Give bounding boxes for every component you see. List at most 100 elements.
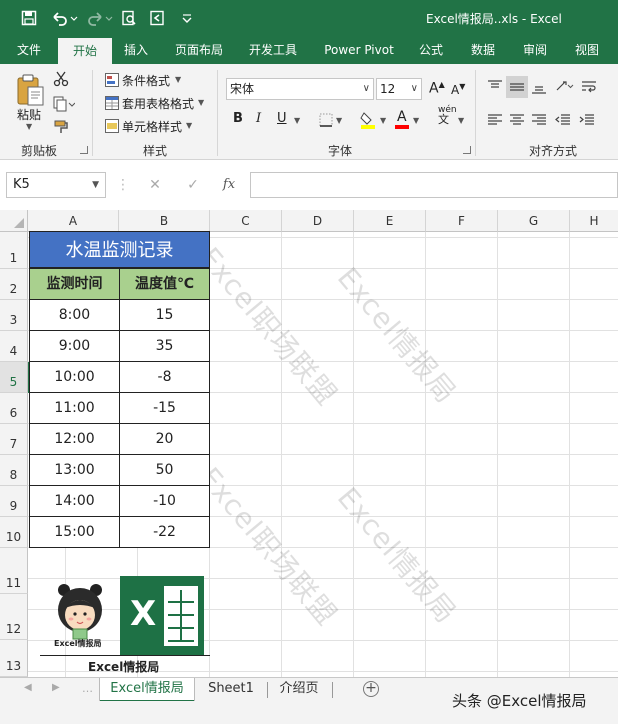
name-box[interactable]: K5 ▼ [6, 172, 106, 198]
row-header-13[interactable]: 13 [0, 640, 28, 677]
cut-icon[interactable] [52, 70, 70, 88]
cell-styles-caret-icon[interactable]: ▼ [186, 121, 192, 130]
wrap-text-icon[interactable] [580, 78, 598, 96]
font-size-select[interactable]: 12 ∨ [376, 78, 422, 100]
row-header-12[interactable]: 12 [0, 594, 28, 640]
align-middle-icon[interactable] [506, 76, 528, 98]
tab-file[interactable]: 文件 [6, 36, 52, 64]
touch-mode-icon[interactable] [146, 8, 168, 28]
redo-icon[interactable] [85, 8, 115, 28]
more-sheets-left-icon[interactable]: … [82, 682, 93, 695]
tab-review[interactable]: 审阅 [512, 36, 558, 64]
conditional-format-caret-icon[interactable]: ▼ [175, 75, 181, 84]
sheet-tab-excel[interactable]: Excel情报局 [100, 678, 194, 702]
undo-icon[interactable] [50, 8, 80, 28]
italic-button[interactable]: I [256, 111, 261, 126]
borders-icon[interactable] [318, 112, 334, 128]
font-launcher-icon[interactable] [463, 146, 471, 154]
column-header-h[interactable]: H [570, 210, 618, 232]
copy-icon[interactable] [52, 95, 76, 113]
font-color-button[interactable]: A [397, 109, 407, 125]
align-left-icon[interactable] [486, 111, 504, 129]
font-name-select[interactable]: 宋体 ∨ [226, 78, 374, 100]
enter-icon[interactable]: ✓ [182, 172, 204, 198]
column-header-a[interactable]: A [28, 210, 119, 232]
table-cell-value[interactable]: -15 [119, 392, 210, 424]
row-header-5[interactable]: 5 [0, 362, 28, 393]
bold-button[interactable]: B [233, 111, 243, 126]
save-icon[interactable] [18, 8, 40, 28]
row-header-8[interactable]: 8 [0, 455, 28, 486]
tab-power-pivot[interactable]: Power Pivot [316, 36, 402, 64]
select-all-button[interactable] [0, 210, 28, 232]
align-center-icon[interactable] [508, 111, 526, 129]
pinyin-guide-button[interactable]: wén 文 [438, 106, 457, 126]
paste-icon[interactable] [12, 72, 48, 108]
format-painter-icon[interactable] [52, 118, 70, 136]
table-cell-value[interactable]: 50 [119, 454, 210, 486]
header-cell-time[interactable]: 监测时间 [29, 268, 120, 300]
row-header-10[interactable]: 10 [0, 517, 28, 548]
font-color-caret-icon[interactable]: ▼ [413, 116, 419, 125]
table-cell-value[interactable]: 20 [119, 423, 210, 455]
row-header-6[interactable]: 6 [0, 393, 28, 424]
pinyin-caret-icon[interactable]: ▼ [458, 116, 464, 125]
column-header-g[interactable]: G [498, 210, 570, 232]
table-cell-time[interactable]: 9:00 [29, 330, 120, 362]
table-cell-time[interactable]: 13:00 [29, 454, 120, 486]
scroll-right-icon[interactable]: ▶ [52, 682, 60, 693]
column-header-f[interactable]: F [426, 210, 498, 232]
shrink-font-button[interactable]: A▼ [451, 82, 465, 97]
tab-developer[interactable]: 开发工具 [240, 36, 306, 64]
table-cell-time[interactable]: 12:00 [29, 423, 120, 455]
fill-color-icon[interactable] [358, 110, 378, 130]
paste-button[interactable]: 粘贴 [17, 106, 41, 123]
column-header-e[interactable]: E [354, 210, 426, 232]
tab-home[interactable]: 开始 [58, 38, 112, 64]
table-cell-time[interactable]: 10:00 [29, 361, 120, 393]
table-format-caret-icon[interactable]: ▼ [198, 98, 204, 107]
table-cell-value[interactable]: -8 [119, 361, 210, 393]
underline-caret-icon[interactable]: ▼ [294, 116, 300, 125]
table-cell-time[interactable]: 8:00 [29, 299, 120, 331]
table-cell-time[interactable]: 15:00 [29, 516, 120, 548]
tab-insert[interactable]: 插入 [114, 36, 158, 64]
row-header-9[interactable]: 9 [0, 486, 28, 517]
table-cell-value[interactable]: 35 [119, 330, 210, 362]
conditional-format-button[interactable]: 条件格式 [122, 72, 170, 89]
scroll-left-icon[interactable]: ◀ [24, 682, 32, 693]
column-header-c[interactable]: C [210, 210, 282, 232]
align-top-icon[interactable] [486, 78, 504, 96]
customize-qat-icon[interactable] [176, 8, 198, 28]
sheet-tab-sheet1[interactable]: Sheet1 [200, 678, 262, 702]
row-header-7[interactable]: 7 [0, 424, 28, 455]
orientation-icon[interactable] [554, 77, 576, 95]
row-header-11[interactable]: 11 [0, 548, 28, 594]
fill-color-caret-icon[interactable]: ▼ [380, 116, 386, 125]
cell-styles-button[interactable]: 单元格样式 [122, 118, 182, 135]
paste-dropdown-icon[interactable]: ▼ [26, 122, 32, 131]
header-cell-temperature[interactable]: 温度值℃ [119, 268, 210, 300]
tab-view[interactable]: 视图 [564, 36, 610, 64]
tab-page-layout[interactable]: 页面布局 [166, 36, 232, 64]
row-header-1[interactable]: 1 [0, 232, 28, 269]
tab-data[interactable]: 数据 [460, 36, 506, 64]
grow-font-button[interactable]: A▲ [429, 80, 445, 97]
row-header-2[interactable]: 2 [0, 269, 28, 300]
formula-input[interactable] [250, 172, 618, 198]
table-format-button[interactable]: 套用表格格式 [122, 95, 194, 112]
underline-button[interactable]: U [277, 111, 287, 126]
column-header-d[interactable]: D [282, 210, 354, 232]
add-sheet-button[interactable]: + [363, 681, 379, 697]
table-cell-value[interactable]: 15 [119, 299, 210, 331]
column-header-b[interactable]: B [119, 210, 210, 232]
borders-caret-icon[interactable]: ▼ [336, 116, 342, 125]
sheet-tab-intro[interactable]: 介绍页 [270, 678, 328, 702]
table-cell-value[interactable]: -10 [119, 485, 210, 517]
row-header-3[interactable]: 3 [0, 300, 28, 331]
increase-indent-icon[interactable] [578, 111, 596, 129]
insert-function-button[interactable]: fx [218, 172, 240, 198]
row-header-4[interactable]: 4 [0, 331, 28, 362]
decrease-indent-icon[interactable] [554, 111, 572, 129]
cancel-icon[interactable]: ✕ [144, 172, 166, 198]
